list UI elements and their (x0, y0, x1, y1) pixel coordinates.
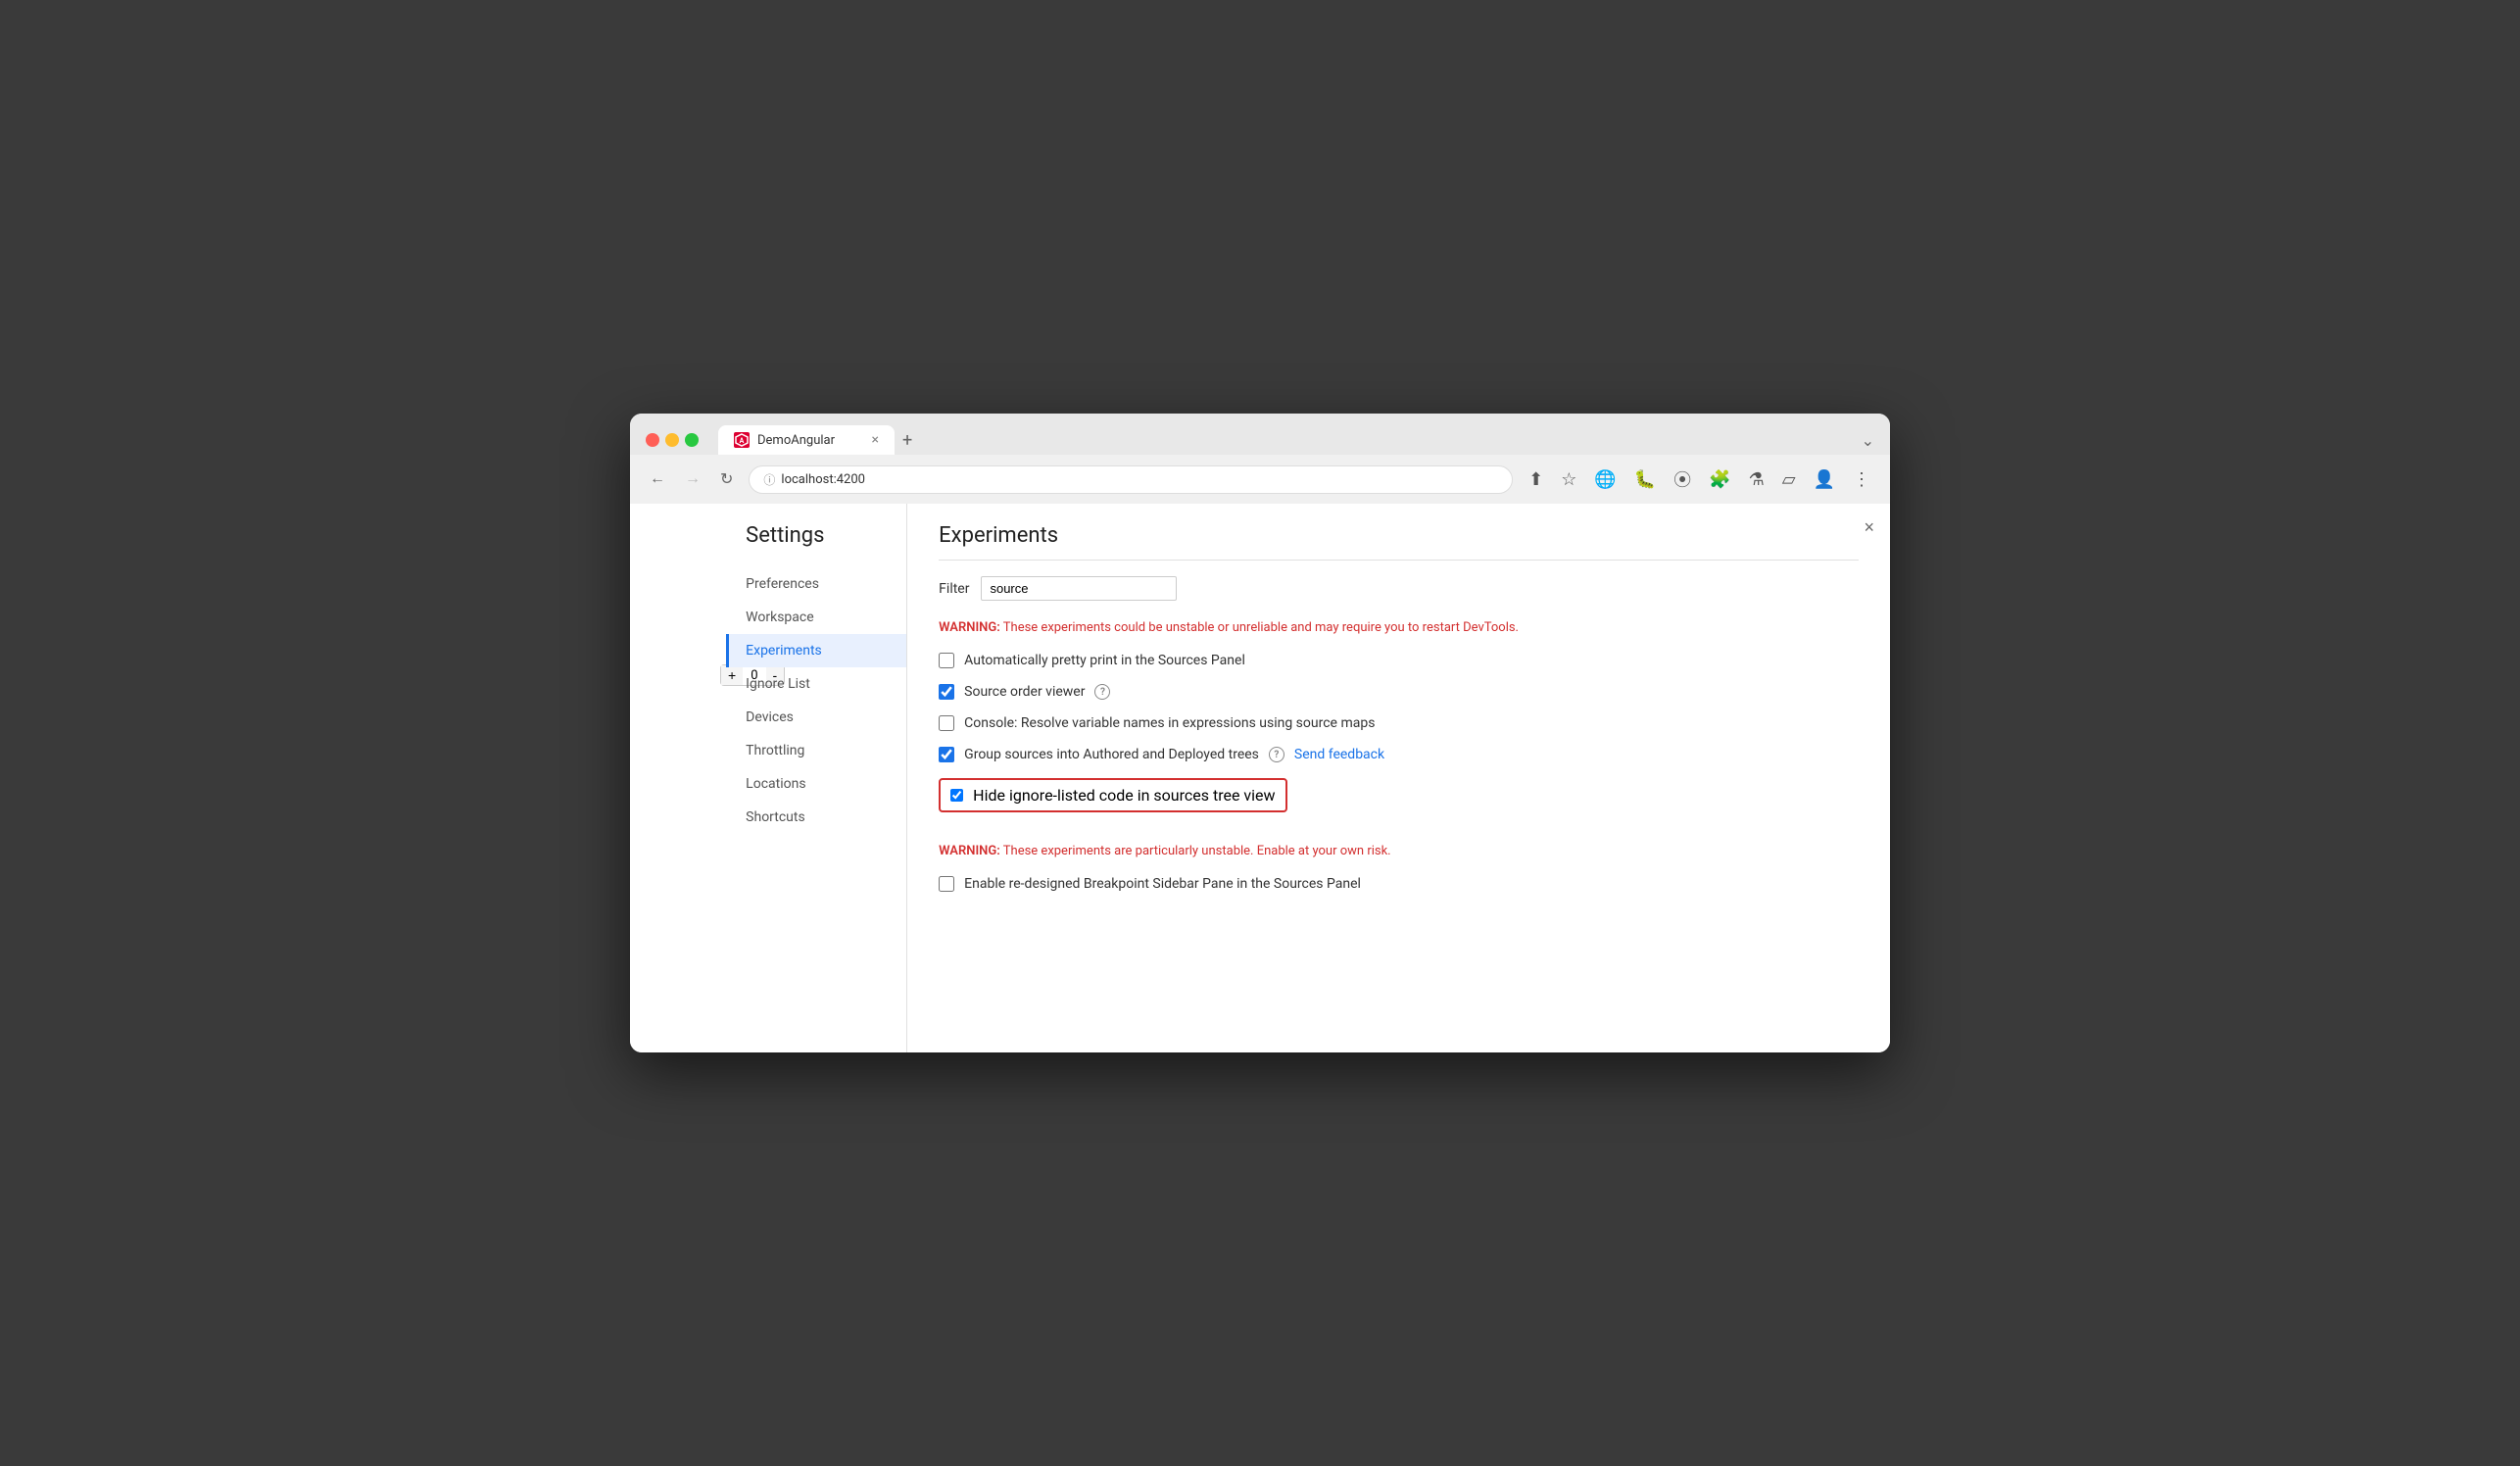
experiment-group-sources: Group sources into Authored and Deployed… (939, 747, 1859, 762)
address-text: localhost:4200 (781, 472, 865, 487)
group-sources-checkbox[interactable] (939, 747, 954, 762)
browser-window: A DemoAngular × + ⌄ ← → ↻ ⓘ localhost:42… (630, 414, 1890, 1052)
sidebar-item-throttling[interactable]: Throttling (726, 734, 906, 767)
page-title: Experiments (939, 523, 1859, 561)
group-sources-help-icon[interactable]: ? (1269, 747, 1284, 762)
page-content: + 0 - × Settings Preferences Workspace E… (630, 504, 1890, 1052)
hide-ignore-checkbox[interactable] (950, 789, 963, 802)
tab-favicon: A (734, 432, 750, 448)
maximize-traffic-light[interactable] (685, 433, 699, 447)
sidebar-item-shortcuts[interactable]: Shortcuts (726, 801, 906, 834)
sidebar-item-preferences[interactable]: Preferences (726, 567, 906, 601)
settings-content: Experiments Filter WARNING: These experi… (907, 504, 1890, 1052)
refresh-btn[interactable]: ↻ (716, 465, 737, 493)
sidebar-item-workspace[interactable]: Workspace (726, 601, 906, 634)
pretty-print-checkbox[interactable] (939, 653, 954, 668)
sidebar-item-locations[interactable]: Locations (726, 767, 906, 801)
share-icon[interactable]: ⬆ (1525, 465, 1547, 494)
browser-titlebar: A DemoAngular × + ⌄ (630, 414, 1890, 455)
new-tab-btn[interactable]: + (895, 426, 920, 455)
experiment-source-order: Source order viewer ? (939, 684, 1859, 700)
settings-close-btn[interactable]: × (1864, 517, 1874, 538)
back-btn[interactable]: ← (646, 466, 669, 492)
filter-label: Filter (939, 581, 969, 597)
extensions-icon[interactable]: 🧩 (1705, 465, 1734, 494)
filter-input[interactable] (981, 576, 1177, 601)
resolve-vars-checkbox[interactable] (939, 715, 954, 731)
hide-ignore-label: Hide ignore-listed code in sources tree … (973, 786, 1275, 805)
warning-1: WARNING: These experiments could be unst… (939, 620, 1859, 635)
send-feedback-link[interactable]: Send feedback (1294, 747, 1384, 762)
devtools-icon[interactable]: 🐛 (1630, 465, 1660, 494)
warning-2-text: These experiments are particularly unsta… (1003, 844, 1391, 858)
group-sources-label: Group sources into Authored and Deployed… (964, 747, 1259, 762)
source-order-label: Source order viewer (964, 684, 1085, 700)
pretty-print-label: Automatically pretty print in the Source… (964, 653, 1245, 668)
sidebar-item-devices[interactable]: Devices (726, 701, 906, 734)
sidebar-item-experiments[interactable]: Experiments (726, 634, 906, 667)
browser-toolbar: ⬆ ☆ 🌐 🐛 ⦿ 🧩 ⚗ ▱ 👤 ⋮ (1525, 463, 1874, 496)
traffic-lights (646, 433, 699, 447)
angular-icon[interactable]: ⦿ (1670, 463, 1695, 496)
sidebar-item-ignore-list[interactable]: Ignore List (726, 667, 906, 701)
address-security-icon: ⓘ (763, 471, 775, 488)
tab-bar: A DemoAngular × + (718, 425, 1854, 455)
redesigned-breakpoint-checkbox[interactable] (939, 876, 954, 892)
flask-icon[interactable]: ⚗ (1745, 465, 1769, 494)
warning-2: WARNING: These experiments are particula… (939, 844, 1859, 858)
tab-close-btn[interactable]: × (872, 432, 879, 448)
settings-title: Settings (726, 523, 906, 567)
warning-2-label: WARNING: (939, 844, 1000, 858)
warning-1-text: These experiments could be unstable or u… (1003, 620, 1519, 635)
source-order-checkbox[interactable] (939, 684, 954, 700)
warning-1-label: WARNING: (939, 620, 1000, 635)
close-traffic-light[interactable] (646, 433, 659, 447)
filter-row: Filter (939, 576, 1859, 601)
experiment-hide-ignore-wrapper: Hide ignore-listed code in sources tree … (939, 778, 1859, 828)
translate-icon[interactable]: 🌐 (1590, 465, 1620, 494)
menu-icon[interactable]: ⋮ (1849, 465, 1874, 494)
window-menu-btn[interactable]: ⌄ (1862, 431, 1874, 450)
minimize-traffic-light[interactable] (665, 433, 679, 447)
svg-text:A: A (740, 437, 745, 445)
experiment-pretty-print: Automatically pretty print in the Source… (939, 653, 1859, 668)
resolve-vars-label: Console: Resolve variable names in expre… (964, 715, 1375, 731)
source-order-help-icon[interactable]: ? (1094, 684, 1110, 700)
settings-panel: × Settings Preferences Workspace Experim… (726, 504, 1890, 1052)
sidebar-icon[interactable]: ▱ (1778, 465, 1800, 494)
address-bar[interactable]: ⓘ localhost:4200 (749, 465, 1513, 494)
browser-navbar: ← → ↻ ⓘ localhost:4200 ⬆ ☆ 🌐 🐛 ⦿ 🧩 ⚗ ▱ 👤… (630, 455, 1890, 504)
experiment-hide-ignore: Hide ignore-listed code in sources tree … (939, 778, 1286, 812)
forward-btn: → (681, 466, 704, 492)
experiment-resolve-vars: Console: Resolve variable names in expre… (939, 715, 1859, 731)
experiment-redesigned-breakpoint: Enable re-designed Breakpoint Sidebar Pa… (939, 876, 1859, 892)
active-tab[interactable]: A DemoAngular × (718, 425, 895, 455)
profile-icon[interactable]: 👤 (1810, 465, 1839, 494)
settings-nav: Settings Preferences Workspace Experimen… (726, 504, 907, 1052)
tab-title: DemoAngular (757, 433, 835, 448)
bookmark-icon[interactable]: ☆ (1557, 465, 1580, 494)
redesigned-breakpoint-label: Enable re-designed Breakpoint Sidebar Pa… (964, 876, 1361, 892)
